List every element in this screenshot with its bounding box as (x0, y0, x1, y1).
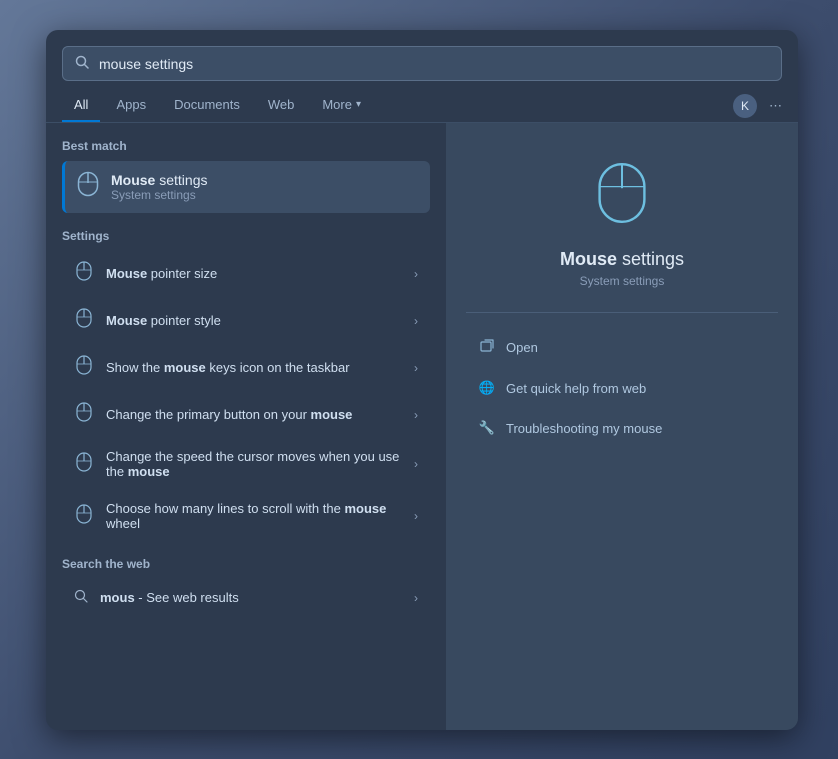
mouse-pointer-style-icon (74, 308, 94, 333)
best-match-title: Mouse settings (111, 172, 207, 188)
more-options-icon[interactable]: ⋯ (769, 98, 782, 114)
web-search-icon (74, 589, 88, 606)
chevron-right-icon: › (414, 314, 418, 328)
chevron-right-icon: › (414, 509, 418, 523)
chevron-right-icon: › (414, 457, 418, 471)
chevron-right-icon: › (414, 591, 418, 605)
web-search-item[interactable]: mous - See web results › (62, 579, 430, 616)
main-content: Best match Mouse settings System setting… (46, 123, 798, 730)
search-icon (75, 55, 89, 72)
chevron-right-icon: › (414, 361, 418, 375)
open-icon (478, 339, 496, 356)
list-item[interactable]: Change the speed the cursor moves when y… (62, 439, 430, 489)
mouse-pointer-icon (74, 261, 94, 286)
best-match-subtitle: System settings (111, 188, 207, 202)
left-panel: Best match Mouse settings System setting… (46, 123, 446, 730)
settings-item-text: Choose how many lines to scroll with the… (106, 501, 402, 531)
mouse-primary-button-icon (74, 402, 94, 427)
search-bar (62, 46, 782, 81)
tab-apps[interactable]: Apps (104, 89, 158, 122)
troubleshoot-icon: 🔧 (478, 420, 496, 436)
best-match-text: Mouse settings System settings (111, 172, 207, 202)
action-list: Open 🌐 Get quick help from web 🔧 Trouble… (466, 329, 778, 446)
tab-documents[interactable]: Documents (162, 89, 252, 122)
settings-item-text: Change the primary button on your mouse (106, 407, 402, 422)
settings-section-label: Settings (62, 229, 430, 243)
divider (466, 312, 778, 313)
settings-item-text: Mouse pointer style (106, 313, 402, 328)
settings-item-text: Change the speed the cursor moves when y… (106, 449, 402, 479)
tab-web[interactable]: Web (256, 89, 307, 122)
web-help-action[interactable]: 🌐 Get quick help from web (466, 370, 778, 406)
search-window: All Apps Documents Web More ▾ K ⋯ Best m… (46, 30, 798, 730)
tab-more[interactable]: More ▾ (310, 89, 373, 122)
chevron-down-icon: ▾ (356, 99, 361, 110)
app-icon-container (582, 153, 662, 233)
list-item[interactable]: Show the mouse keys icon on the taskbar … (62, 345, 430, 390)
chevron-right-icon: › (414, 408, 418, 422)
list-item[interactable]: Change the primary button on your mouse … (62, 392, 430, 437)
web-search-label: Search the web (62, 557, 430, 571)
settings-item-text: Show the mouse keys icon on the taskbar (106, 360, 402, 375)
right-panel: Mouse settings System settings Open (446, 123, 798, 730)
mouse-keys-icon (74, 355, 94, 380)
list-item[interactable]: Mouse pointer style › (62, 298, 430, 343)
mouse-icon-small (77, 171, 99, 203)
best-match-item[interactable]: Mouse settings System settings (62, 161, 430, 213)
mouse-scroll-icon (74, 504, 94, 529)
nav-extra: K ⋯ (733, 94, 782, 118)
troubleshoot-action[interactable]: 🔧 Troubleshooting my mouse (466, 410, 778, 446)
nav-tabs: All Apps Documents Web More ▾ K ⋯ (46, 81, 798, 123)
best-match-label: Best match (62, 139, 430, 153)
open-action[interactable]: Open (466, 329, 778, 366)
app-subtitle: System settings (580, 274, 665, 288)
mouse-speed-icon (74, 452, 94, 477)
app-title: Mouse settings (560, 249, 684, 270)
settings-item-text: Mouse pointer size (106, 266, 402, 281)
list-item[interactable]: Mouse pointer size › (62, 251, 430, 296)
list-item[interactable]: Choose how many lines to scroll with the… (62, 491, 430, 541)
chevron-right-icon: › (414, 267, 418, 281)
user-badge[interactable]: K (733, 94, 757, 118)
tab-all[interactable]: All (62, 89, 100, 122)
search-input[interactable] (99, 56, 769, 72)
search-bar-area (46, 30, 798, 81)
web-help-icon: 🌐 (478, 380, 496, 396)
settings-list: Mouse pointer size › Mouse pointer (62, 251, 430, 541)
web-item-text: mous - See web results (100, 590, 402, 605)
